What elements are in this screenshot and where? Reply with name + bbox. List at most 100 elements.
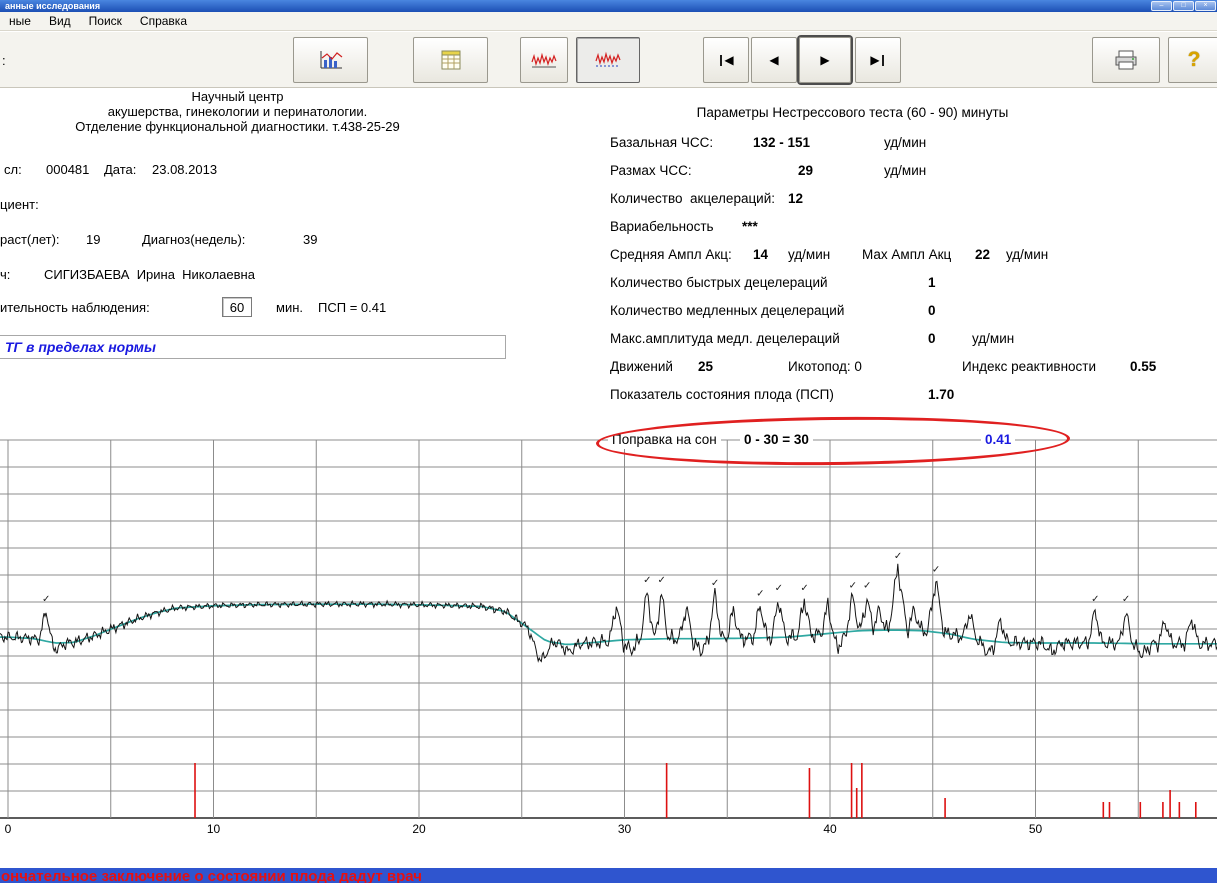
svg-text:✓: ✓ bbox=[42, 594, 50, 605]
nst-title: Параметры Нестрессового теста (60 - 90) … bbox=[610, 105, 1095, 120]
decel-amp-label: Макс.амплитуда медл. децелераций bbox=[610, 331, 840, 346]
close-button[interactable]: × bbox=[1195, 1, 1216, 11]
max-amp-value: 22 bbox=[975, 247, 990, 262]
nav-last-button[interactable]: ▶ bbox=[855, 37, 901, 83]
param-row-movements: Движений 25 Икотопод: 0 Индекс реактивно… bbox=[610, 359, 1217, 377]
svg-text:✓: ✓ bbox=[643, 575, 651, 586]
histogram-view-button[interactable] bbox=[293, 37, 368, 83]
basal-value: 132 - 151 bbox=[753, 135, 810, 150]
hiccup-label: Икотопод: 0 bbox=[788, 359, 862, 374]
study-number-row: сл: 000481 Дата: 23.08.2013 bbox=[0, 162, 600, 180]
avg-amp-label: Средняя Ампл Акц: bbox=[610, 247, 732, 262]
print-button[interactable] bbox=[1092, 37, 1160, 83]
duration-label: ительность наблюдения: bbox=[0, 300, 150, 315]
accel-label: Количество акцелераций: bbox=[610, 191, 775, 206]
first-arrow-glyph: ◀ bbox=[724, 54, 733, 66]
next-arrow-glyph: ▶ bbox=[820, 54, 829, 66]
movements-label: Движений bbox=[610, 359, 673, 374]
basal-units: уд/мин bbox=[884, 135, 926, 150]
help-button[interactable]: ? bbox=[1168, 37, 1217, 83]
study-date-label: Дата: bbox=[104, 162, 136, 177]
x-tick-label: 10 bbox=[207, 822, 220, 836]
menu-bar: ные Вид Поиск Справка bbox=[0, 12, 1217, 31]
diagnosis-label: Диагноз(недель): bbox=[142, 232, 245, 247]
application-window: анные исследования – □ × ные Вид Поиск С… bbox=[0, 0, 1217, 883]
svg-text:✓: ✓ bbox=[863, 581, 871, 592]
toolbar-left-fragment: : bbox=[2, 53, 6, 68]
status-text: ончательное заключение о состоянии плода… bbox=[0, 868, 1217, 883]
slow-decel-value: 0 bbox=[928, 303, 936, 318]
reactivity-label: Индекс реактивности bbox=[962, 359, 1096, 374]
clinic-line-2: акушерства, гинекологии и перинатологии. bbox=[0, 104, 475, 119]
age-label: раст(лет): bbox=[0, 232, 60, 247]
minimize-button[interactable]: – bbox=[1151, 1, 1172, 11]
last-record-icon bbox=[882, 55, 884, 66]
waveform-view-button[interactable] bbox=[520, 37, 568, 83]
first-record-icon bbox=[720, 55, 722, 66]
menu-item-view[interactable]: Вид bbox=[40, 12, 80, 30]
nav-next-button[interactable]: ▶ bbox=[799, 37, 851, 83]
analysis-waveform-icon bbox=[595, 49, 621, 71]
menu-item-search[interactable]: Поиск bbox=[80, 12, 131, 30]
fast-decel-value: 1 bbox=[928, 275, 936, 290]
menu-item-data[interactable]: ные bbox=[0, 12, 40, 30]
x-tick-label: 50 bbox=[1029, 822, 1042, 836]
menu-item-help[interactable]: Справка bbox=[131, 12, 196, 30]
svg-text:✓: ✓ bbox=[800, 583, 808, 594]
doctor-name: СИГИЗБАЕВА Ирина Николаевна bbox=[44, 267, 255, 282]
duration-input[interactable] bbox=[222, 297, 252, 317]
svg-text:✓: ✓ bbox=[657, 575, 665, 586]
x-tick-label: 20 bbox=[412, 822, 425, 836]
clinic-line-3: Отделение функциональной диагностики. т.… bbox=[0, 119, 475, 134]
param-row-decel-amplitude: Макс.амплитуда медл. децелераций 0 уд/ми… bbox=[610, 331, 1217, 349]
last-arrow-glyph: ▶ bbox=[870, 54, 879, 66]
max-amp-label: Мах Ампл Акц bbox=[862, 247, 951, 262]
accel-value: 12 bbox=[788, 191, 803, 206]
svg-text:✓: ✓ bbox=[756, 589, 764, 600]
svg-text:✓: ✓ bbox=[849, 581, 857, 592]
nav-first-button[interactable]: ◀ bbox=[703, 37, 749, 83]
param-row-fast-decel: Количество быстрых децелераций 1 bbox=[610, 275, 1217, 293]
param-row-basal: Базальная ЧСС: 132 - 151 уд/мин bbox=[610, 135, 1217, 153]
duration-units: мин. bbox=[276, 300, 303, 315]
ctg-chart-area: ✓✓✓✓✓✓✓✓✓✓✓✓✓ bbox=[0, 426, 1217, 822]
age-value: 19 bbox=[86, 232, 100, 247]
avg-amp-value: 14 bbox=[753, 247, 768, 262]
age-diagnosis-row: раст(лет): 19 Диагноз(недель): 39 bbox=[0, 232, 600, 250]
movements-value: 25 bbox=[698, 359, 713, 374]
clinic-header: Научный центр акушерства, гинекологии и … bbox=[0, 89, 475, 134]
diagnosis-value: 39 bbox=[303, 232, 317, 247]
prev-arrow-glyph: ◀ bbox=[769, 54, 778, 66]
param-row-amplitudes: Средняя Ампл Акц: 14 уд/мин Мах Ампл Акц… bbox=[610, 247, 1217, 265]
psp-value: 1.70 bbox=[928, 387, 954, 402]
help-question-icon: ? bbox=[1188, 48, 1201, 72]
maximize-icon: □ bbox=[1181, 2, 1185, 9]
report-view-button[interactable] bbox=[413, 37, 488, 83]
svg-text:✓: ✓ bbox=[894, 551, 902, 562]
svg-text:✓: ✓ bbox=[932, 564, 940, 575]
param-row-variability: Вариабельность *** bbox=[610, 219, 1217, 237]
decel-amp-units: уд/мин bbox=[972, 331, 1014, 346]
status-bar: ончательное заключение о состоянии плода… bbox=[0, 868, 1217, 883]
range-label: Размах ЧСС: bbox=[610, 163, 692, 178]
param-row-slow-decel: Количество медленных децелераций 0 bbox=[610, 303, 1217, 321]
minimize-icon: – bbox=[1160, 2, 1164, 9]
doctor-label: ч: bbox=[0, 267, 10, 282]
avg-amp-units: уд/мин bbox=[788, 247, 830, 262]
maximize-button[interactable]: □ bbox=[1173, 1, 1194, 11]
param-row-range: Размах ЧСС: 29 уд/мин bbox=[610, 163, 1217, 181]
doctor-row: ч: СИГИЗБАЕВА Ирина Николаевна bbox=[0, 267, 600, 285]
analysis-view-button[interactable] bbox=[576, 37, 640, 83]
param-row-accel: Количество акцелераций: 12 bbox=[610, 191, 1217, 209]
x-tick-label: 0 bbox=[5, 822, 12, 836]
nav-prev-button[interactable]: ◀ bbox=[751, 37, 797, 83]
psp-inline: ПСП = 0.41 bbox=[318, 300, 386, 315]
basal-label: Базальная ЧСС: bbox=[610, 135, 713, 150]
x-axis-labels: 01020304050 bbox=[0, 822, 1217, 838]
range-units: уд/мин bbox=[884, 163, 926, 178]
toolbar: : bbox=[0, 32, 1217, 88]
waveform-icon bbox=[531, 49, 557, 71]
histogram-chart-icon bbox=[318, 49, 344, 71]
conclusion-box: ТГ в пределах нормы bbox=[0, 335, 506, 359]
window-titlebar: анные исследования – □ × bbox=[0, 0, 1217, 12]
